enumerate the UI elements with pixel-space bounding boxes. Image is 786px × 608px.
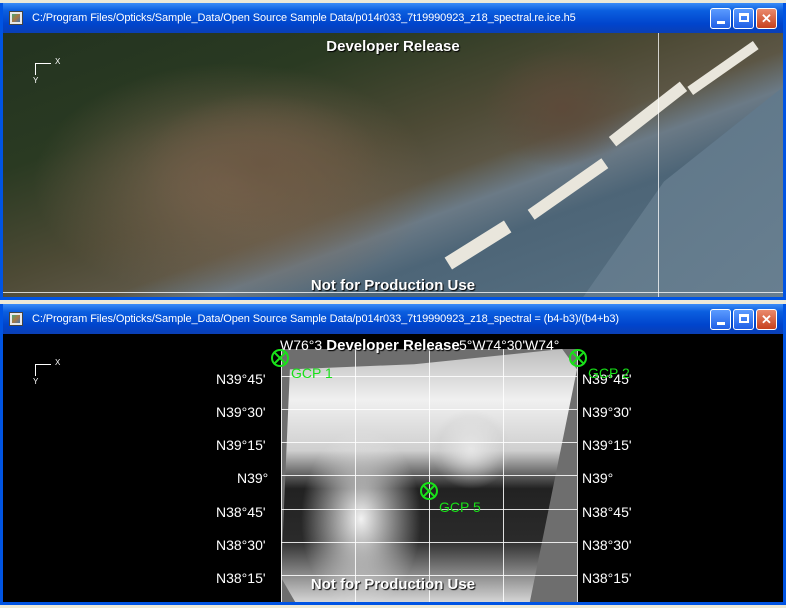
lat-label-right: N39°30' [582,404,632,420]
gcp-marker[interactable] [420,482,438,500]
close-icon: ✕ [761,11,772,26]
close-button[interactable]: ✕ [756,309,777,330]
lat-label-left: N38°30' [216,537,266,553]
axis-x-label: X [55,358,61,367]
axis-x-label: X [55,57,61,66]
window-icon[interactable] [9,11,23,25]
grid-line [281,509,577,510]
minimize-icon [716,322,725,325]
image-canvas[interactable]: Developer Release Not for Production Use… [3,33,783,297]
grid-line [281,542,577,543]
lat-label-left: N39°30' [216,404,266,420]
close-button[interactable]: ✕ [756,8,777,29]
window-title: C:/Program Files/Opticks/Sample_Data/Ope… [32,313,619,325]
minimize-button[interactable] [710,8,731,29]
watermark-top: Developer Release [326,337,460,354]
maximize-icon [738,13,749,22]
grid-line [577,349,578,602]
ndvi-view-window[interactable]: C:/Program Files/Opticks/Sample_Data/Ope… [0,304,786,605]
lat-label-right: N39° [582,470,614,486]
axis-y-label: Y [33,377,39,386]
axis-indicator: X Y [31,358,61,390]
lat-label-right: N38°30' [582,537,632,553]
minimize-button[interactable] [710,309,731,330]
axis-y-label: Y [33,76,39,85]
axis-indicator: X Y [31,57,61,89]
beach-strip [608,81,688,147]
gcp-label: GCP 5 [439,499,481,515]
title-bar[interactable]: C:/Program Files/Opticks/Sample_Data/Ope… [3,3,783,33]
spectral-view-window[interactable]: C:/Program Files/Opticks/Sample_Data/Ope… [0,3,786,300]
lat-label-left: N39° [237,470,269,486]
watermark-bottom: Not for Production Use [310,277,476,294]
beach-strip [527,158,609,220]
grid-line [281,475,577,476]
ocean-region [579,87,783,297]
maximize-button[interactable] [733,309,754,330]
title-bar[interactable]: C:/Program Files/Opticks/Sample_Data/Ope… [3,304,783,334]
lat-label-left: N38°45' [216,504,266,520]
image-canvas[interactable]: W76°3 5°W74°30'W74° N39°45' N39°30' N39°… [3,334,783,602]
minimize-icon [716,21,725,24]
lat-label-right: N39°15' [582,437,632,453]
grid-line [281,409,577,410]
window-title: C:/Program Files/Opticks/Sample_Data/Ope… [32,12,576,24]
lat-label-right: N38°45' [582,504,632,520]
close-icon: ✕ [761,312,772,327]
lat-label-left: N39°45' [216,371,266,387]
watermark-top: Developer Release [326,38,460,55]
gcp-label: GCP 2 [588,365,630,381]
beach-strip [444,220,512,270]
maximize-icon [738,314,749,323]
gcp-label: GCP 1 [291,365,333,381]
grid-line [658,33,659,297]
watermark-bottom: Not for Production Use [310,576,476,593]
maximize-button[interactable] [733,8,754,29]
grid-line [281,442,577,443]
window-icon[interactable] [9,312,23,326]
lat-label-left: N39°15' [216,437,266,453]
